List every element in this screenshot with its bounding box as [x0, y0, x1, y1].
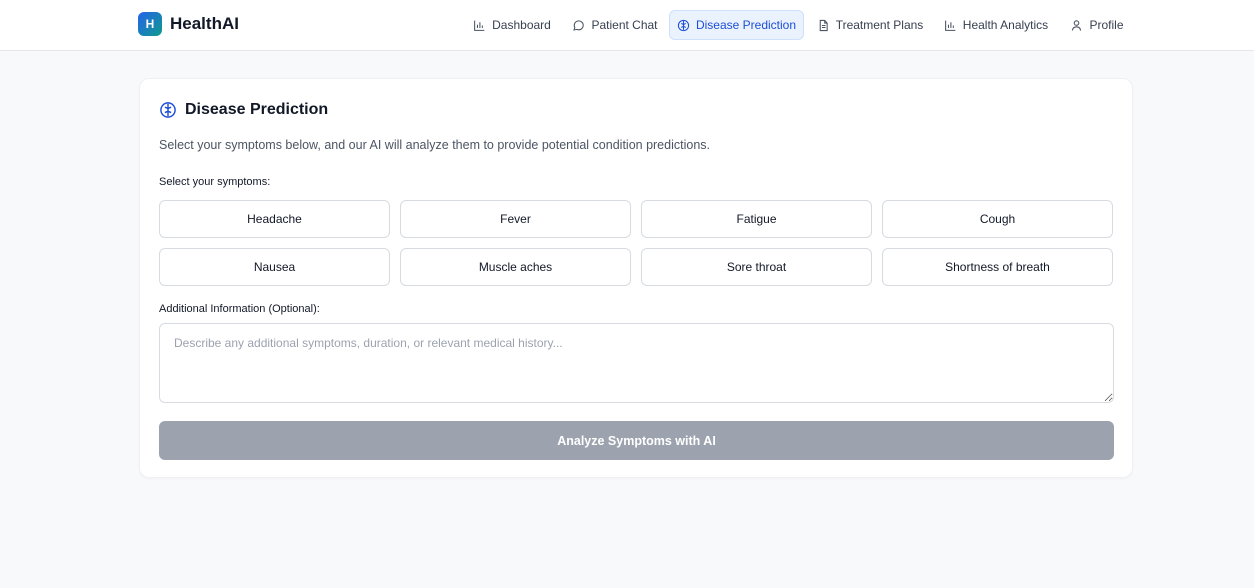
main-nav: Dashboard Patient Chat Disease Predictio… — [0, 10, 1254, 40]
bar-chart-icon — [474, 20, 485, 31]
nav-disease-prediction-label: Disease Prediction — [695, 18, 797, 32]
symptoms-label: Select your symptoms: — [159, 176, 271, 188]
symptom-shortness-of-breath-button[interactable]: Shortness of breath — [882, 248, 1113, 286]
additional-info-textarea[interactable] — [159, 323, 1114, 403]
nav-dashboard-label: Dashboard — [492, 18, 551, 32]
symptom-sore-throat-button[interactable]: Sore throat — [641, 248, 872, 286]
symptom-cough-button[interactable]: Cough — [882, 200, 1113, 238]
nav-patient-chat[interactable]: Patient Chat — [566, 10, 664, 40]
nav-profile[interactable]: Profile — [1063, 10, 1131, 40]
document-icon — [819, 19, 828, 31]
page-description: Select your symptoms below, and our AI w… — [159, 138, 710, 152]
symptom-fever-button[interactable]: Fever — [400, 200, 631, 238]
brain-icon — [160, 102, 176, 118]
nav-treatment-plans[interactable]: Treatment Plans — [811, 10, 929, 40]
nav-health-analytics-label: Health Analytics — [962, 18, 1049, 32]
analyze-symptoms-button[interactable]: Analyze Symptoms with AI — [159, 421, 1114, 460]
card-header: Disease Prediction — [159, 101, 328, 119]
user-icon — [1072, 19, 1082, 31]
nav-disease-prediction[interactable]: Disease Prediction — [669, 10, 804, 40]
nav-profile-label: Profile — [1089, 18, 1124, 32]
disease-prediction-card: Disease Prediction Select your symptoms … — [139, 78, 1133, 478]
brain-icon — [677, 19, 690, 31]
symptom-muscle-aches-button[interactable]: Muscle aches — [400, 248, 631, 286]
bar-chart-icon — [944, 20, 956, 31]
top-navigation-bar: H HealthAI Dashboard Patient Chat Diseas… — [0, 0, 1254, 51]
chat-bubble-icon — [573, 19, 585, 31]
page-title: Disease Prediction — [185, 101, 329, 118]
additional-info-label: Additional Information (Optional): — [159, 303, 320, 315]
nav-treatment-plans-label: Treatment Plans — [835, 18, 924, 32]
nav-health-analytics[interactable]: Health Analytics — [937, 10, 1055, 40]
symptom-fatigue-button[interactable]: Fatigue — [641, 200, 872, 238]
symptom-headache-button[interactable]: Headache — [159, 200, 390, 238]
symptom-nausea-button[interactable]: Nausea — [159, 248, 390, 286]
nav-dashboard[interactable]: Dashboard — [466, 10, 558, 40]
nav-patient-chat-label: Patient Chat — [591, 18, 658, 32]
